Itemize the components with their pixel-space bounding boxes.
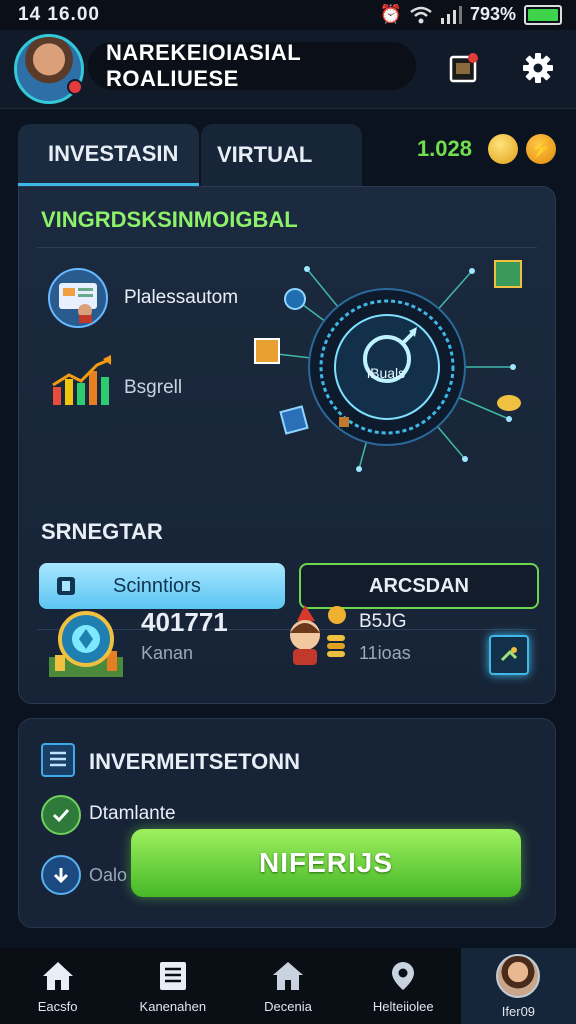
alarm-icon: ⏰ [379,4,402,24]
nav-item-documents[interactable]: Kanenahen [115,948,230,1024]
cta-button[interactable]: NIFERIJS [131,829,521,897]
download-arrow-icon [41,855,81,895]
panel-title: VINGRDSKSINMOIGBAL [41,207,298,232]
inbox-icon[interactable] [446,50,482,86]
row2-label: Oalo [89,865,128,885]
currency-value: 1.028 [416,136,472,161]
stat1-value: 401771 [141,607,228,637]
profile-avatar [496,953,541,998]
status-time: 14 16.00 [18,4,100,25]
content-panel: VINGRDSKSINMOIGBAL Plalessautom Bsgrell [18,186,556,704]
app-header: NAREKEIOIASIAL ROALIUESE [0,30,576,109]
section-title-srnegtar: SRNEGTAR [41,519,163,544]
house-icon [270,959,306,993]
bottom-nav: Eacsfo Kanenahen Decenia Helteiiolee Ife… [0,948,576,1024]
signal-icon [440,5,462,24]
stat2-label: 11ioas [359,643,411,663]
nav-label: Kanenahen [139,998,207,1014]
nav-label: Eacsfo [37,998,78,1014]
check-circle-icon [41,795,81,835]
nav-label: Helteiiolee [372,998,434,1014]
settings-gear-icon[interactable] [520,50,556,86]
nav-item-house[interactable]: Decenia [230,948,345,1024]
status-bar: 14 16.00 ⏰ 793% [0,0,576,30]
user-avatar[interactable] [14,34,84,104]
notification-dot [67,79,83,95]
stat1-label: Kanan [141,643,194,663]
currency-display: 1.028 ⚡ [417,134,556,164]
stat2-value: B5JG [359,611,407,632]
trophy-wheel-icon[interactable] [41,597,131,687]
network-hub-graphic[interactable]: iBuals [247,259,527,475]
location-pin-icon [385,959,421,993]
home-icon [40,959,76,993]
expand-icon[interactable] [489,635,529,675]
energy-coin-icon[interactable]: ⚡ [526,134,556,164]
growth-chart-icon[interactable] [49,355,115,407]
card-title: INVERMEITSETONN [89,749,301,774]
row1-label: Dtamlante [89,803,176,824]
nav-item-home[interactable]: Eacsfo [0,948,115,1024]
battery-percent: 793% [469,4,516,24]
divider [37,247,537,248]
battery-icon [524,4,562,25]
investment-card: INVERMEITSETONN Dtamlante Oalo NIFERIJS [18,718,556,928]
main-card: INVESTASIN VIRTUAL 1.028 ⚡ VINGRDSKSINMO… [18,124,556,704]
hub-label: iBuals [367,365,406,381]
tab-virtual[interactable]: VIRTUAL [200,124,362,186]
nav-label: Ifer09 [501,1003,536,1019]
list-icon [41,743,75,777]
nav-label: Decenia [264,998,312,1014]
item2-label: Bsgrell [124,377,183,398]
character-coins-icon[interactable] [283,599,347,669]
tab-investasin[interactable]: INVESTASIN [18,124,199,186]
item1-label: Plalessautom [124,287,239,308]
strategy-board-icon[interactable] [47,267,109,329]
nav-item-profile[interactable]: Ifer09 [460,948,576,1024]
gold-coin-icon [488,134,518,164]
card-icon [57,577,75,595]
header-title: NAREKEIOIASIAL ROALIUESE [88,40,416,91]
tab-bar: INVESTASIN VIRTUAL [18,124,362,186]
nav-item-location[interactable]: Helteiiolee [346,948,461,1024]
document-icon [155,959,191,993]
wifi-icon [410,6,432,23]
primary-button-label: Scinntiors [113,574,201,597]
